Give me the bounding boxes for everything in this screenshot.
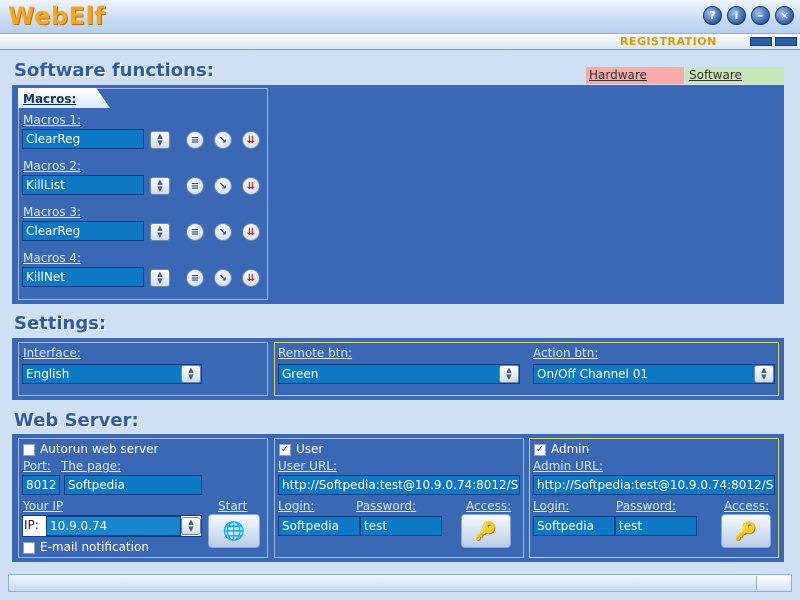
ip-spinner[interactable]: ▲ ▼ <box>181 517 201 535</box>
minimize-button[interactable]: – <box>751 6 770 25</box>
your-ip-label: Your IP <box>23 499 64 513</box>
admin-url-label: Admin URL: <box>533 459 603 473</box>
macro-2-spinner[interactable]: ▲ ▼ <box>150 177 170 195</box>
key-icon: 🔑 <box>734 520 758 542</box>
autorun-checkbox[interactable] <box>23 444 35 456</box>
macro-1-run-button[interactable]: ↘ <box>214 131 232 149</box>
macro-3-label: Macros 3: <box>23 205 82 219</box>
user-label: User <box>296 442 324 456</box>
ip-prefix: IP: <box>24 518 39 532</box>
email-label: E-mail notification <box>40 540 149 554</box>
regbar-tab-2[interactable] <box>775 37 797 46</box>
admin-access-label: Access: <box>724 499 770 513</box>
macro-4-run-button[interactable]: ↘ <box>214 269 232 287</box>
admin-checkbox[interactable]: ✓ <box>534 444 546 456</box>
macro-1-stop-button[interactable]: ⇊ <box>242 131 260 149</box>
page-input[interactable]: Softpedia <box>64 475 202 495</box>
user-checkbox[interactable]: ✓ <box>279 444 291 456</box>
macro-2-input[interactable]: KillList <box>22 175 144 195</box>
admin-login-input[interactable]: Softpedia <box>533 516 615 536</box>
macro-3-input[interactable]: ClearReg <box>22 221 144 241</box>
admin-login-label: Login: <box>533 499 570 513</box>
ip-input[interactable]: 10.9.0.74 <box>46 516 181 536</box>
admin-access-button[interactable]: 🔑 <box>721 514 771 548</box>
admin-password-input[interactable]: test <box>615 516 697 536</box>
admin-url-input[interactable]: http://Softpedia:test@10.9.0.74:8012/Sof <box>533 475 775 495</box>
key-icon: 🔑 <box>474 520 498 542</box>
macro-1-edit-button[interactable]: ≡ <box>186 131 204 149</box>
autorun-label: Autorun web server <box>40 442 159 456</box>
info-button[interactable]: i <box>727 6 746 25</box>
user-url-label: User URL: <box>278 459 338 473</box>
macro-3-edit-button[interactable]: ≡ <box>186 223 204 241</box>
macro-4-stop-button[interactable]: ⇊ <box>242 269 260 287</box>
macro-1-input[interactable]: ClearReg <box>22 129 144 149</box>
user-login-input[interactable]: Softpedia <box>278 516 360 536</box>
email-checkbox[interactable] <box>23 542 35 554</box>
macro-4-input[interactable]: KillNet <box>22 267 144 287</box>
port-input[interactable]: 8012 <box>22 475 60 495</box>
macro-4-label: Macros 4: <box>23 251 82 265</box>
user-url-input[interactable]: http://Softpedia:test@10.9.0.74:8012/Sof <box>278 475 520 495</box>
webserver-heading: Web Server: <box>14 410 139 431</box>
title-bar: WebElf ? i – × <box>0 0 800 34</box>
app-title: WebElf <box>8 2 106 30</box>
status-bar-grip[interactable] <box>756 576 790 590</box>
user-password-input[interactable]: test <box>360 516 442 536</box>
remote-btn-select[interactable]: Green <box>278 364 520 384</box>
admin-password-label: Password: <box>616 499 677 513</box>
macro-1-spinner[interactable]: ▲ ▼ <box>150 131 170 149</box>
admin-label: Admin <box>551 442 590 456</box>
interface-spinner[interactable]: ▲ ▼ <box>181 365 201 383</box>
status-bar <box>8 574 792 592</box>
macro-2-stop-button[interactable]: ⇊ <box>242 177 260 195</box>
user-access-button[interactable]: 🔑 <box>461 514 511 548</box>
macro-2-edit-button[interactable]: ≡ <box>186 177 204 195</box>
registration-link[interactable]: REGISTRATION <box>620 35 717 48</box>
registration-bar: REGISTRATION <box>0 34 800 50</box>
tab-hardware[interactable]: Hardware <box>586 67 684 84</box>
interface-select[interactable]: English <box>22 364 202 384</box>
macro-1-label: Macros 1: <box>23 113 82 127</box>
action-btn-select[interactable]: On/Off Channel 01 <box>533 364 775 384</box>
macro-4-spinner[interactable]: ▲ ▼ <box>150 269 170 287</box>
tab-software[interactable]: Software <box>686 67 784 84</box>
software-functions-heading: Software functions: <box>14 60 214 81</box>
regbar-tab-1[interactable] <box>750 37 772 46</box>
page-label: The page: <box>61 459 122 473</box>
remote-btn-label: Remote btn: <box>278 346 353 360</box>
action-btn-label: Action btn: <box>533 346 599 360</box>
remote-btn-spinner[interactable]: ▲ ▼ <box>499 365 519 383</box>
globe-icon: 🌐 <box>222 520 246 542</box>
user-access-label: Access: <box>466 499 512 513</box>
action-btn-spinner[interactable]: ▲ ▼ <box>754 365 774 383</box>
start-button[interactable]: 🌐 <box>208 514 260 548</box>
macro-3-spinner[interactable]: ▲ ▼ <box>150 223 170 241</box>
help-button[interactable]: ? <box>703 6 722 25</box>
macro-3-run-button[interactable]: ↘ <box>214 223 232 241</box>
macro-3-stop-button[interactable]: ⇊ <box>242 223 260 241</box>
settings-heading: Settings: <box>14 313 107 334</box>
macro-4-edit-button[interactable]: ≡ <box>186 269 204 287</box>
user-password-label: Password: <box>356 499 417 513</box>
macro-2-run-button[interactable]: ↘ <box>214 177 232 195</box>
close-button[interactable]: × <box>775 6 794 25</box>
macro-2-label: Macros 2: <box>23 159 82 173</box>
start-label: Start <box>218 499 248 513</box>
interface-label: Interface: <box>23 346 81 360</box>
port-label: Port: <box>23 459 51 473</box>
macros-tab-label: Macros: <box>23 92 77 106</box>
user-login-label: Login: <box>278 499 315 513</box>
